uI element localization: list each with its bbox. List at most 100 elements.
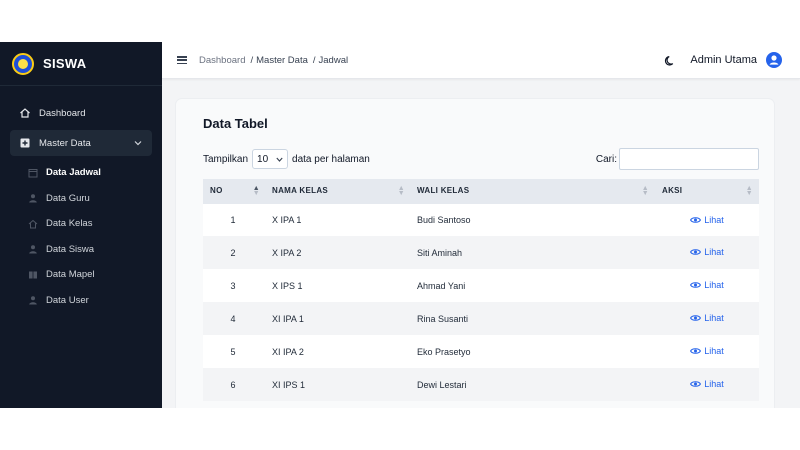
eye-icon bbox=[690, 249, 702, 255]
column-header-label: NO bbox=[210, 186, 223, 195]
brand[interactable]: SISWA bbox=[0, 42, 162, 86]
sidebar-nav: Dashboard Master Data Data Jadwal Data G… bbox=[0, 86, 162, 313]
column-header-aksi[interactable]: AKSI ▲ ▼ bbox=[655, 179, 759, 203]
view-button[interactable]: Lihat bbox=[690, 247, 724, 257]
breadcrumb-master-data: Master Data bbox=[256, 54, 308, 66]
cell-wali-kelas: Ahmad Yani bbox=[417, 280, 466, 291]
topbar: Dashboard / Master Data / Jadwal Admin Utama bbox=[162, 42, 800, 79]
column-header-nama-kelas[interactable]: NAMA KELAS ▲ ▼ bbox=[266, 179, 411, 203]
home-icon bbox=[28, 219, 38, 229]
sort-icon: ▲ ▼ bbox=[641, 185, 649, 197]
cell-aksi: Lihat bbox=[655, 269, 759, 302]
cell-wali-kelas: Siti Aminah bbox=[417, 247, 463, 258]
sidebar-subitem-label: Data User bbox=[46, 294, 89, 306]
view-button-label: Lihat bbox=[704, 313, 724, 323]
sidebar-subitem-label: Data Jadwal bbox=[46, 167, 101, 179]
user-avatar-icon[interactable] bbox=[766, 52, 782, 68]
sidebar-item-dashboard[interactable]: Dashboard bbox=[10, 100, 152, 126]
cell-no: 2 bbox=[230, 247, 236, 258]
cell-nama-kelas: X IPS 1 bbox=[272, 280, 303, 291]
sidebar-item-master-data[interactable]: Master Data bbox=[10, 130, 152, 156]
cell-nama-kelas: X IPA 2 bbox=[272, 247, 302, 258]
sidebar-subitem-data-kelas[interactable]: Data Kelas bbox=[0, 211, 162, 237]
moon-icon[interactable] bbox=[664, 54, 676, 66]
page-length-select[interactable]: 10 bbox=[252, 149, 289, 169]
breadcrumb-current: Jadwal bbox=[318, 54, 349, 66]
calendar-icon bbox=[28, 168, 38, 178]
column-header-label: AKSI bbox=[662, 186, 683, 195]
column-header-label: WALI KELAS bbox=[417, 186, 470, 195]
sidebar-subitem-label: Data Kelas bbox=[46, 218, 93, 230]
user-name[interactable]: Admin Utama bbox=[690, 54, 757, 66]
data-card: Data Tabel Tampilkan 10 data per halaman… bbox=[176, 99, 774, 408]
cell-nama-kelas: X IPA 1 bbox=[266, 202, 411, 236]
breadcrumb: Dashboard / Master Data / Jadwal bbox=[199, 54, 349, 66]
cell-no: 6 bbox=[230, 379, 236, 390]
app-name: SISWA bbox=[43, 56, 87, 71]
cell-nama-kelas: XI IPA 2 bbox=[272, 346, 304, 357]
eye-icon bbox=[690, 216, 702, 223]
table-controls: Tampilkan 10 data per halaman Cari: bbox=[203, 148, 759, 170]
sidebar-item-label: Master Data bbox=[39, 137, 91, 149]
sort-icon: ▲ ▼ bbox=[745, 185, 753, 197]
topbar-right: Admin Utama bbox=[664, 52, 782, 68]
table-row: 5 XI IPA 2 Eko Prasetyo Lihat bbox=[203, 335, 759, 368]
table-row: 4 XI IPA 1 Rina Susanti Lihat bbox=[203, 302, 759, 335]
home-icon bbox=[19, 107, 31, 119]
cell-nama-kelas: XI IPS 1 bbox=[272, 379, 306, 390]
table-row: 6 XI IPS 1 Dewi Lestari Lihat bbox=[203, 368, 759, 401]
cell-no: 1 bbox=[203, 202, 266, 236]
cell-no: 3 bbox=[230, 280, 236, 291]
view-button[interactable]: Lihat bbox=[690, 280, 724, 290]
view-button-label: Lihat bbox=[704, 247, 724, 257]
view-button-label: Lihat bbox=[704, 214, 724, 225]
app-frame: SISWA Dashboard Master Data Data Jadwal … bbox=[0, 42, 800, 408]
cell-aksi: Lihat bbox=[655, 202, 759, 236]
cell-no: 4 bbox=[230, 313, 236, 324]
eye-icon bbox=[690, 315, 702, 321]
column-header-wali-kelas[interactable]: WALI KELAS ▲ ▼ bbox=[411, 179, 655, 203]
column-header-label: NAMA KELAS bbox=[272, 186, 329, 195]
cell-aksi: Lihat bbox=[655, 335, 759, 368]
chevron-down-icon bbox=[276, 155, 283, 164]
cell-no: 5 bbox=[230, 346, 236, 357]
sidebar-item-label: Dashboard bbox=[39, 107, 86, 119]
view-button[interactable]: Lihat bbox=[690, 215, 724, 225]
eye-icon bbox=[690, 381, 702, 387]
view-button-label: Lihat bbox=[704, 280, 724, 290]
cell-nama-kelas: XI IPA 1 bbox=[272, 313, 304, 324]
user-icon bbox=[28, 295, 38, 305]
breadcrumb-dashboard[interactable]: Dashboard bbox=[199, 55, 245, 66]
cell-wali-kelas: Dewi Lestari bbox=[417, 379, 467, 390]
sidebar-subitem-data-guru[interactable]: Data Guru bbox=[0, 186, 162, 212]
sidebar-subitem-label: Data Siswa bbox=[46, 243, 95, 255]
view-button[interactable]: Lihat bbox=[690, 379, 724, 389]
sidebar-subitem-label: Data Guru bbox=[46, 192, 90, 204]
cell-wali-kelas: Rina Susanti bbox=[417, 313, 469, 324]
sort-icon: ▲ ▼ bbox=[397, 185, 405, 197]
table-row: 3 X IPS 1 Ahmad Yani Lihat bbox=[203, 269, 759, 302]
view-button[interactable]: Lihat bbox=[690, 346, 724, 356]
chevron-down-icon bbox=[134, 138, 142, 148]
sidebar-subitem-data-jadwal[interactable]: Data Jadwal bbox=[0, 160, 162, 186]
search-group: Cari: bbox=[596, 148, 759, 170]
view-button[interactable]: Lihat bbox=[690, 313, 724, 323]
search-label: Cari: bbox=[595, 153, 617, 165]
cell-aksi: Lihat bbox=[655, 236, 759, 269]
sidebar-subitem-data-mapel[interactable]: Data Mapel bbox=[0, 262, 162, 288]
folder-plus-icon bbox=[19, 137, 31, 149]
table-row: 2 X IPA 2 Siti Aminah Lihat bbox=[203, 236, 759, 269]
sidebar-subitem-data-siswa[interactable]: Data Siswa bbox=[0, 237, 162, 263]
menu-icon[interactable] bbox=[177, 56, 187, 64]
cell-wali-kelas: Eko Prasetyo bbox=[417, 346, 471, 357]
length-prefix: Tampilkan bbox=[203, 153, 249, 165]
search-input[interactable] bbox=[619, 148, 759, 170]
cell-wali-kelas: Budi Santoso bbox=[411, 202, 655, 236]
user-icon bbox=[28, 244, 38, 254]
user-icon bbox=[28, 193, 38, 203]
length-suffix: data per halaman bbox=[292, 153, 370, 165]
eye-icon bbox=[690, 348, 702, 354]
sidebar-subitem-data-user[interactable]: Data User bbox=[0, 288, 162, 314]
eye-icon bbox=[690, 282, 702, 288]
column-header-no[interactable]: NO ▲ ▼ bbox=[203, 179, 266, 203]
